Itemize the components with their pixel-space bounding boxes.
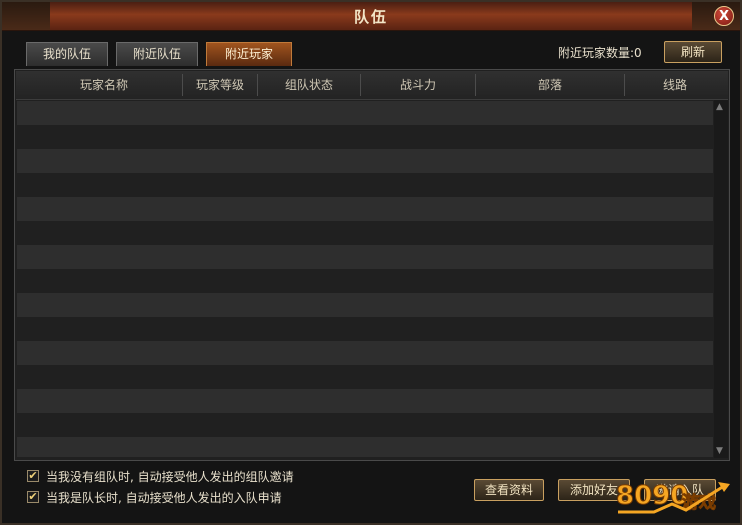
close-button[interactable]: X [714, 6, 734, 26]
tab-nearby-teams[interactable]: 附近队伍 [116, 42, 198, 66]
watermark-logo: 8090 游戏 [616, 481, 730, 514]
auto-accept-request-checkbox[interactable]: ✔ [27, 491, 39, 503]
table-row[interactable] [17, 413, 713, 437]
check-icon: ✔ [28, 469, 38, 482]
table-row[interactable] [17, 437, 713, 457]
table-row[interactable] [17, 125, 713, 149]
team-window: 队伍 X 我的队伍 附近队伍 附近玩家 附近玩家数量:0 刷新 玩家名称 玩家等… [0, 0, 742, 525]
table-row[interactable] [17, 221, 713, 245]
column-player-level[interactable]: 玩家等级 [183, 71, 257, 99]
scroll-up-icon[interactable]: ▲ [716, 102, 723, 112]
table-header: 玩家名称 玩家等级 组队状态 战斗力 部落 线路 [16, 71, 728, 100]
check-icon: ✔ [28, 490, 38, 503]
refresh-button[interactable]: 刷新 [664, 41, 722, 63]
table-row[interactable] [17, 245, 713, 269]
view-profile-button[interactable]: 查看资料 [474, 479, 544, 501]
table-row[interactable] [17, 149, 713, 173]
column-team-status[interactable]: 组队状态 [258, 71, 360, 99]
table-row[interactable] [17, 293, 713, 317]
close-icon: X [718, 9, 730, 24]
window-title: 队伍 [353, 8, 388, 26]
auto-accept-invite-label: 当我没有组队时, 自动接受他人发出的组队邀请 [46, 470, 294, 484]
title-bar[interactable]: 队伍 X [2, 2, 740, 31]
tab-nearby-players[interactable]: 附近玩家 [206, 42, 292, 66]
column-line[interactable]: 线路 [625, 71, 725, 99]
table-row[interactable] [17, 341, 713, 365]
table-row[interactable] [17, 101, 713, 125]
column-player-name[interactable]: 玩家名称 [16, 71, 192, 99]
auto-accept-invite-checkbox[interactable]: ✔ [27, 470, 39, 482]
table-row[interactable] [17, 389, 713, 413]
table-scrollbar[interactable]: ▲ ▼ [714, 100, 728, 458]
table-row[interactable] [17, 197, 713, 221]
table-row[interactable] [17, 365, 713, 389]
tab-my-team[interactable]: 我的队伍 [26, 42, 108, 66]
column-tribe[interactable]: 部落 [476, 71, 624, 99]
table-row[interactable] [17, 269, 713, 293]
column-combat-power[interactable]: 战斗力 [361, 71, 475, 99]
auto-accept-request-label: 当我是队长时, 自动接受他人发出的入队申请 [46, 491, 282, 505]
table-row[interactable] [17, 173, 713, 197]
table-row[interactable] [17, 317, 713, 341]
player-table: 玩家名称 玩家等级 组队状态 战斗力 部落 线路 ▲ ▼ [14, 69, 730, 461]
nearby-player-count: 附近玩家数量:0 [558, 46, 642, 60]
scroll-down-icon[interactable]: ▼ [716, 446, 723, 456]
